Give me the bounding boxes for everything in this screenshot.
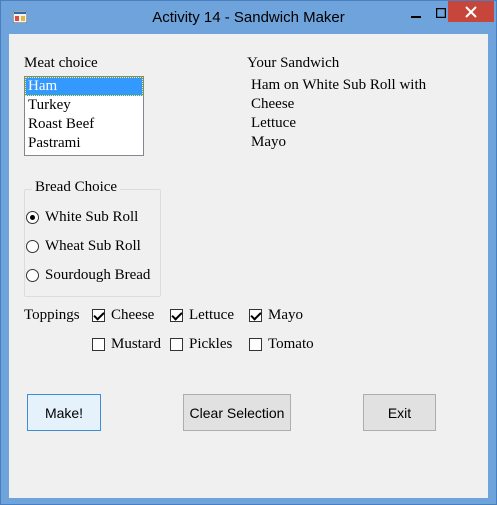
checkbox-tomato[interactable]: [249, 338, 262, 351]
radio-sourdough-bread[interactable]: [26, 269, 39, 282]
bread-choice-label: Bread Choice: [32, 179, 121, 196]
checkbox-mustard[interactable]: [92, 338, 105, 351]
radio-white-sub-roll[interactable]: [26, 211, 39, 224]
white-sub-roll-label[interactable]: White Sub Roll: [45, 209, 138, 226]
mustard-label[interactable]: Mustard: [111, 336, 161, 353]
close-icon: [465, 5, 477, 18]
clear-selection-button[interactable]: Clear Selection: [183, 394, 291, 431]
meat-option-ham[interactable]: Ham: [25, 77, 143, 96]
meat-listbox[interactable]: Ham Turkey Roast Beef Pastrami: [24, 76, 144, 156]
meat-option-turkey[interactable]: Turkey: [25, 96, 143, 115]
checkbox-pickles[interactable]: [170, 338, 183, 351]
pickles-label[interactable]: Pickles: [189, 336, 232, 353]
sandwich-line-2: Cheese: [251, 96, 295, 112]
exit-button[interactable]: Exit: [363, 394, 436, 431]
make-button[interactable]: Make!: [27, 394, 101, 431]
sourdough-bread-label[interactable]: Sourdough Bread: [45, 267, 150, 284]
lettuce-label[interactable]: Lettuce: [189, 307, 234, 324]
mayo-label[interactable]: Mayo: [268, 307, 303, 324]
meat-choice-label: Meat choice: [24, 55, 98, 71]
maximize-icon: [436, 8, 446, 18]
sandwich-line-4: Mayo: [251, 134, 286, 150]
sandwich-line-3: Lettuce: [251, 115, 296, 131]
checkbox-cheese[interactable]: [92, 309, 105, 322]
meat-option-pastrami[interactable]: Pastrami: [25, 134, 143, 153]
cheese-label[interactable]: Cheese: [111, 307, 154, 324]
sandwich-line-1: Ham on White Sub Roll with: [251, 77, 427, 93]
radio-wheat-sub-roll[interactable]: [26, 240, 39, 253]
toppings-label: Toppings: [24, 307, 80, 323]
form-client-area: Meat choice Ham Turkey Roast Beef Pastra…: [9, 34, 488, 498]
meat-option-roast-beef[interactable]: Roast Beef: [25, 115, 143, 134]
close-button[interactable]: [448, 1, 494, 22]
wheat-sub-roll-label[interactable]: Wheat Sub Roll: [45, 238, 141, 255]
your-sandwich-label: Your Sandwich: [247, 55, 340, 71]
minimize-icon: [411, 16, 421, 18]
tomato-label[interactable]: Tomato: [268, 336, 314, 353]
title-bar[interactable]: Activity 14 - Sandwich Maker: [1, 1, 496, 35]
app-window: Activity 14 - Sandwich Maker Meat choice…: [0, 0, 497, 505]
checkbox-mayo[interactable]: [249, 309, 262, 322]
checkbox-lettuce[interactable]: [170, 309, 183, 322]
